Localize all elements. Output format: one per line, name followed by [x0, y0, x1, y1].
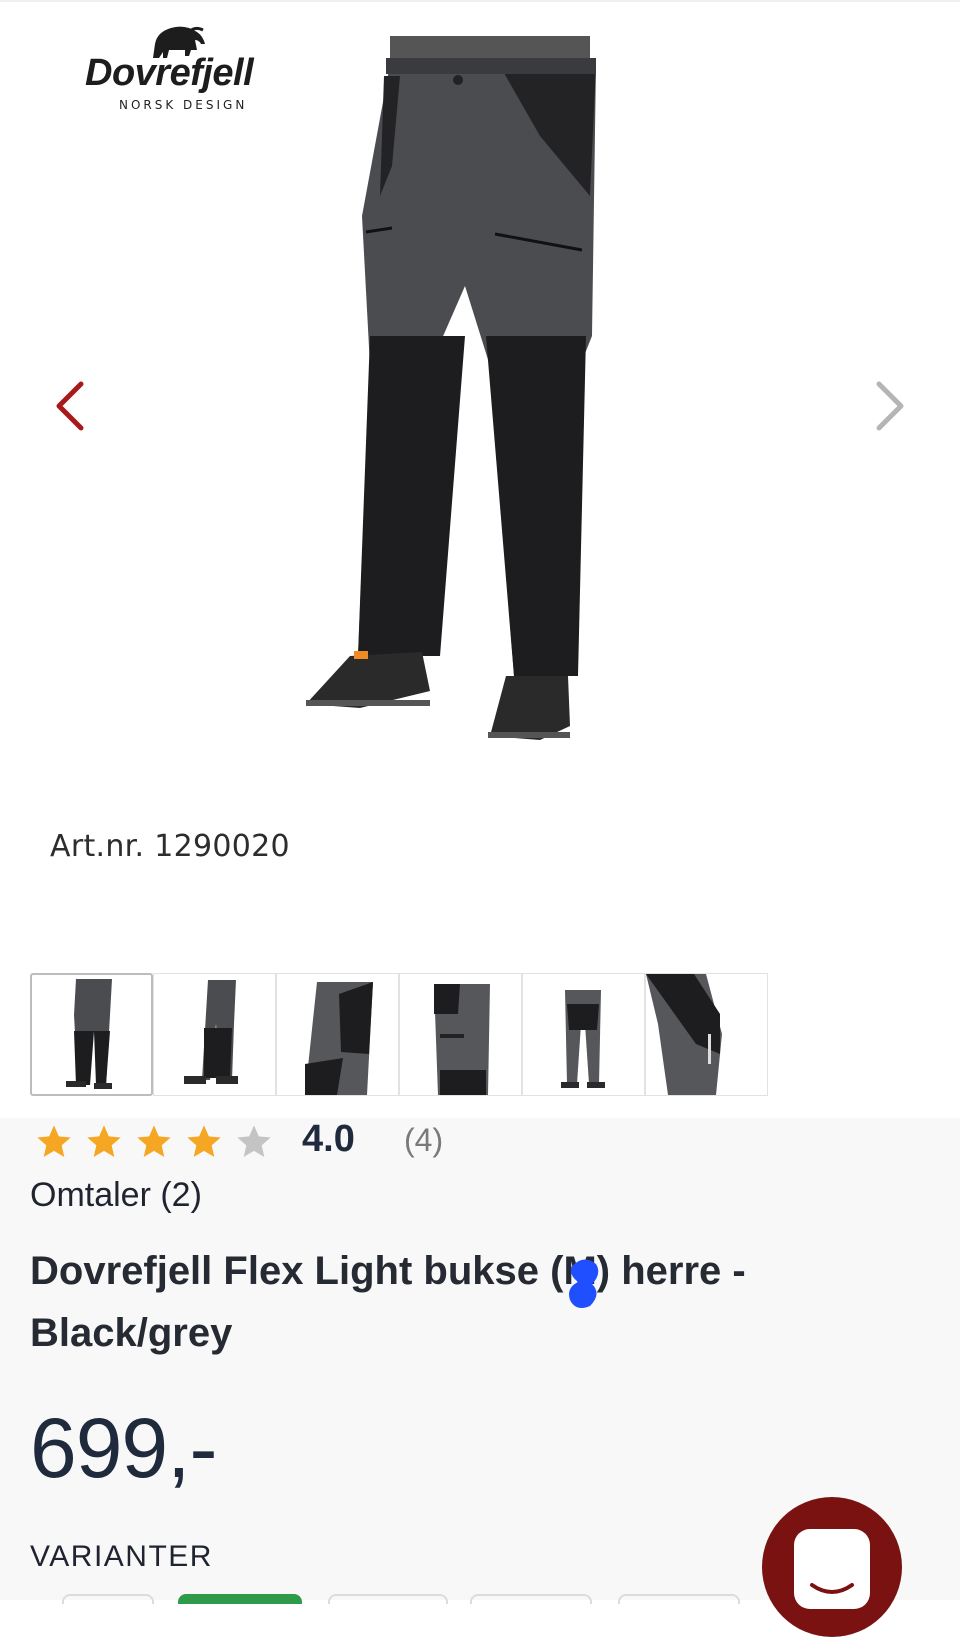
brand-logo[interactable]: Dovrefjell NORSK DESIGN	[85, 22, 275, 117]
star-empty-icon	[237, 1125, 271, 1157]
brand-name: Dovrefjell	[85, 52, 254, 94]
star-filled-icon	[187, 1125, 221, 1157]
product-price: 699,-	[30, 1401, 217, 1495]
thumbnail-pocket-side[interactable]	[399, 973, 522, 1096]
rating-count: (4)	[404, 1122, 444, 1158]
variant-chip[interactable]	[62, 1594, 154, 1604]
variant-chip-selected[interactable]	[178, 1594, 302, 1604]
chat-icon	[794, 1529, 870, 1609]
thumbnail-strip	[30, 973, 768, 1096]
thumbnail-back[interactable]	[522, 973, 645, 1096]
chat-button[interactable]	[762, 1497, 902, 1637]
thumbnail-side[interactable]	[153, 973, 276, 1096]
variant-chip[interactable]	[618, 1594, 740, 1604]
variant-chip[interactable]	[470, 1594, 592, 1604]
star-filled-icon	[37, 1125, 71, 1157]
chat-smile-icon	[810, 1583, 854, 1594]
thumbnail-detail-side[interactable]	[276, 973, 399, 1096]
variant-chip[interactable]	[328, 1594, 448, 1604]
star-filled-icon	[87, 1125, 121, 1157]
thumbnail-front[interactable]	[30, 973, 153, 1096]
scribble-mark	[569, 1259, 599, 1308]
product-gallery: Dovrefjell NORSK DESIGN Art.nr. 1290020	[0, 0, 960, 985]
product-title: Dovrefjell Flex Light bukse (M) herre - …	[30, 1249, 746, 1355]
article-number: Art.nr. 1290020	[50, 829, 290, 864]
variants-heading: VARIANTER	[30, 1540, 213, 1573]
article-number-label: Art.nr.	[50, 829, 145, 864]
reviews-link[interactable]: Omtaler (2)	[30, 1176, 202, 1215]
previous-image-button[interactable]	[46, 376, 94, 436]
chevron-left-icon	[56, 381, 84, 431]
next-image-button[interactable]	[866, 376, 914, 436]
chevron-right-icon	[876, 381, 904, 431]
thumbnail-leg-detail[interactable]	[645, 973, 768, 1096]
rating-value: 4.0	[302, 1118, 355, 1160]
article-number-value: 1290020	[154, 829, 290, 864]
top-divider	[0, 0, 960, 2]
product-image[interactable]	[300, 36, 610, 756]
brand-tagline: NORSK DESIGN	[119, 98, 248, 112]
rating-summary[interactable]: 4.0 (4)	[34, 1118, 443, 1162]
rating-stars	[34, 1122, 274, 1162]
star-filled-icon	[137, 1125, 171, 1157]
